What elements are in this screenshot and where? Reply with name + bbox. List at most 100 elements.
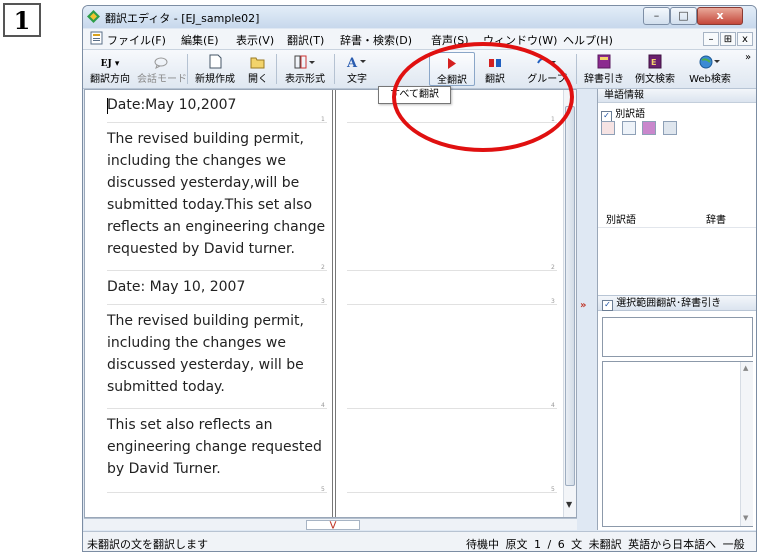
source-segment[interactable]: Date: May 10, 2007 [85,276,331,298]
close-button[interactable]: x [697,7,743,25]
alt-words-checkbox-label: 別訳語 [615,109,646,120]
word-info-panel: 単語情報 ✓ 別訳語 別訳語 辞書 ✓ 選択範囲翻訳･辞書引き ▲ ▼ [597,89,756,530]
translation-segment-separator [347,270,557,271]
display-format-label: 表示形式 [285,74,325,85]
segment-separator [107,270,327,271]
menu-view[interactable]: 表示(V) [236,32,274,48]
scroll-down-arrow-icon[interactable]: ▼ [743,514,748,522]
maximize-button[interactable]: □ [670,7,697,25]
scroll-down-arrow-icon[interactable]: ▼ [566,500,572,509]
result-scrollbar[interactable]: ▲ ▼ [740,362,753,526]
source-segment[interactable]: Date:May 10,2007 [85,94,331,116]
toolbar-separator [334,54,335,84]
title-bar: 翻訳エディタ - [EJ_sample02] – □ x [83,6,756,28]
source-line: including the changes we [107,335,286,351]
menu-translate[interactable]: 翻訳(T) [287,32,324,48]
source-line: engineering change requested [107,439,322,455]
translation-editor[interactable]: Date:May 10,2007 1 The revised building pe… [84,89,577,518]
horizontal-splitter[interactable]: ⋁ [84,518,577,530]
list-settings-icon[interactable] [601,121,615,135]
source-segment[interactable]: The revised building permit, including th… [85,310,331,398]
source-line: Date:May 10,2007 [107,97,237,113]
open-folder-icon [243,52,273,69]
status-info: 待機中 原文 1 / 6 文 未翻訳 英語から日本語へ 一般 [466,538,745,551]
source-segment[interactable]: The revised building permit, including th… [85,128,331,260]
editor-vertical-scrollbar[interactable]: ▼ [563,90,576,517]
alt-words-list[interactable] [598,227,756,288]
new-document-button[interactable]: 新規作成 [190,52,240,86]
app-logo-icon [87,10,100,23]
toolbar-overflow-chevron[interactable]: » [745,52,751,63]
selection-translate-label: 選択範囲翻訳･辞書引き [616,298,722,309]
selection-input-box[interactable] [602,317,753,357]
segment-separator [107,492,327,493]
expand-panel-chevron-icon[interactable]: ⋁ [306,520,360,530]
document-icon[interactable] [90,31,103,45]
svg-text:A: A [346,56,358,69]
example-search-label: 例文検索 [635,74,675,85]
source-segment[interactable]: This set also reflects an engineering cha… [85,414,331,480]
status-message: 未翻訳の文を翻訳します [87,538,208,551]
column-dictionary: 辞書 [706,215,726,226]
alt-words-checkbox-row[interactable]: ✓ 別訳語 [601,105,645,122]
mdi-close-button[interactable]: x [737,32,753,46]
segment-number: 2 [321,264,325,271]
menu-help[interactable]: ヘルプ(H) [563,32,613,48]
highlight-ellipse [392,42,574,152]
web-search-button[interactable]: Web検索 [686,52,734,86]
translation-segment-number: 2 [551,264,555,271]
text-style-icon: A [339,52,375,69]
search-dictionary-icon[interactable] [621,121,636,135]
segment-number: 5 [321,486,325,493]
source-line: by David Turner. [107,461,221,477]
text-button[interactable]: A 文字 [339,52,375,86]
minimize-button[interactable]: – [643,7,670,25]
selection-translate-checkbox[interactable]: ✓ [602,300,613,311]
toolbar-separator [187,54,188,84]
scrollbar-thumb[interactable] [565,106,575,486]
source-line: submitted today. [107,379,225,395]
translation-direction-button[interactable]: EJ ▾ 翻訳方向 [85,52,135,86]
segment-number: 3 [321,298,325,305]
display-format-button[interactable]: 表示形式 [279,52,331,86]
translation-text-pane[interactable]: 12345 [337,90,565,517]
step-number-badge: 1 [3,3,41,37]
example-search-button[interactable]: E 例文検索 [626,52,684,86]
alt-words-column-header: 別訳語 辞書 [598,207,756,227]
window-title: 翻訳エディタ - [EJ_sample02] [105,12,260,25]
mdi-minimize-button[interactable]: – [703,32,719,46]
source-line: This set also reflects an [107,417,273,433]
translation-segment-separator [347,492,557,493]
translation-segment-separator [347,408,557,409]
dictionary-book-icon[interactable] [642,121,656,135]
selection-translate-row[interactable]: ✓ 選択範囲翻訳･辞書引き [598,295,756,311]
text-caret [107,98,108,114]
open-label: 開く [248,74,268,85]
globe-icon [686,52,734,69]
web-search-label: Web検索 [689,74,731,85]
menu-file[interactable]: ファイル(F) [107,32,166,48]
menu-dictionary-search[interactable]: 辞書・検索(D) [340,32,412,48]
register-word-icon[interactable] [662,121,677,135]
source-line: The revised building permit, [107,131,304,147]
translation-segment-number: 5 [551,486,555,493]
menu-edit[interactable]: 編集(E) [181,32,219,48]
panel-expand-arrow-icon[interactable]: » [580,300,586,311]
segment-separator [107,408,327,409]
conversation-icon [137,52,185,69]
source-line: discussed yesterday, will be [107,357,304,373]
word-info-toolbar [601,121,680,135]
column-alt-word: 別訳語 [606,215,636,226]
pane-divider[interactable] [332,90,336,517]
example-search-icon: E [626,52,684,69]
mdi-restore-button[interactable]: ⊞ [720,32,736,46]
dictionary-lookup-button[interactable]: 辞書引き [583,52,625,86]
selection-result-box[interactable]: ▲ ▼ [602,361,753,527]
conversation-mode-button[interactable]: 会話モード [137,52,187,86]
source-text-pane[interactable]: Date:May 10,2007 1 The revised building pe… [85,90,331,517]
toolbar-separator [276,54,277,84]
source-line: Date: May 10, 2007 [107,279,246,295]
scroll-up-arrow-icon[interactable]: ▲ [743,364,748,372]
translation-direction-selector: EJ ▾ [100,59,120,69]
open-button[interactable]: 開く [243,52,273,86]
